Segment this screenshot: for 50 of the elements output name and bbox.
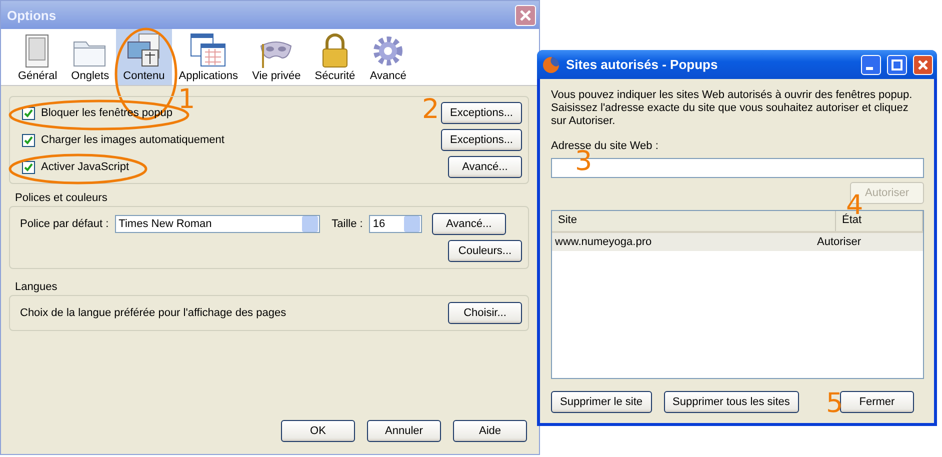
toolbar-tab[interactable]: Onglets (64, 29, 116, 85)
annotation-number: 1 (178, 86, 196, 113)
globe-icon (542, 56, 560, 74)
colors-button[interactable]: Couleurs... (448, 240, 522, 262)
description-text: Vous pouvez indiquer les sites Web autorisés à ouvrir des fenêtres popup. Saisissez l'adresse exacte du site que vous souhaitez autoriser et cliquez sur Autoriser. (551, 89, 914, 128)
toolbar-tab[interactable]: Général (11, 29, 64, 85)
dialog-button[interactable]: Supprimer le site (551, 391, 652, 413)
advanced-button[interactable]: Avancé... (432, 213, 506, 235)
toolbar-tab[interactable]: Contenu (116, 29, 172, 85)
checkbox-label: Charger les images automatiquement (41, 134, 224, 146)
close-button[interactable] (913, 54, 933, 74)
site-row[interactable]: www.numeyoga.pro Autoriser (552, 233, 923, 251)
toolbar-tab[interactable]: Sécurité (308, 29, 362, 85)
close-icon (917, 58, 929, 70)
close-button[interactable] (515, 4, 536, 26)
checkbox[interactable] (22, 160, 35, 174)
font-dropdown[interactable]: Times New Roman (114, 215, 320, 233)
exceptions-button[interactable]: Exceptions... (441, 129, 522, 151)
toolbar-tab[interactable]: Applications (172, 29, 246, 85)
exceptions-button[interactable]: Avancé... (448, 156, 522, 178)
maximize-button[interactable] (887, 54, 907, 74)
dialog-button[interactable]: Annuler (367, 420, 441, 442)
close-icon (519, 8, 532, 22)
dialog-button[interactable]: Aide (453, 420, 527, 442)
dialog-button[interactable]: OK (281, 420, 355, 442)
languages-text: Choix de la langue préférée pour l'affichage des pages (20, 307, 286, 319)
font-label: Police par défaut : (20, 218, 109, 230)
column-header[interactable]: Site (552, 211, 836, 231)
size-dropdown[interactable]: 16 (368, 215, 422, 233)
checkbox-label: Activer JavaScript (41, 161, 130, 173)
annotation-number: 3 (575, 148, 592, 175)
table-cell: Autoriser (817, 236, 862, 248)
maximize-icon (891, 58, 903, 70)
minimize-button[interactable] (861, 54, 881, 74)
window-title: Options (7, 8, 56, 22)
size-label: Taille : (332, 218, 363, 230)
dialog-button[interactable]: Supprimer tous les sites (664, 391, 799, 413)
group-title: Langues (14, 281, 58, 295)
window-title: Sites autorisés - Popups (566, 57, 719, 72)
choose-button[interactable]: Choisir... (448, 302, 522, 324)
group-title: Polices et couleurs (14, 192, 108, 206)
dialog-button[interactable]: Fermer (840, 391, 914, 413)
table-cell-text: www.numeyoga.pro (554, 236, 653, 248)
tab-icon (189, 32, 228, 68)
toolbar-tab[interactable]: Avancé (362, 29, 414, 85)
exceptions-button[interactable]: Exceptions... (441, 102, 522, 124)
annotation-number: 2 (422, 96, 440, 123)
toolbar-tab[interactable]: Vie privée (245, 29, 308, 85)
minimize-icon (866, 67, 873, 70)
checkbox[interactable] (22, 134, 35, 146)
